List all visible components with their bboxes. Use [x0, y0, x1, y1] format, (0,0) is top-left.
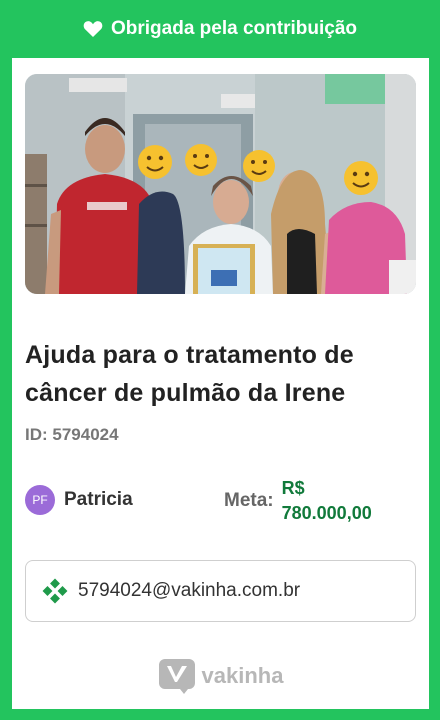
brand-name: vakinha [201, 663, 284, 688]
clover-icon [42, 578, 68, 604]
contact-email-box[interactable]: 5794024@vakinha.com.br [25, 560, 416, 622]
goal-amount: 780.000,00 [281, 503, 372, 523]
campaign-id: ID: 5794024 [25, 425, 119, 444]
campaign-card: Ajuda para o tratamento de câncer de pul… [12, 58, 429, 709]
goal-info: Meta: R$ 780.000,00 [224, 476, 372, 526]
thank-you-banner: Obrigada pela contribuição [0, 0, 440, 58]
contact-email[interactable]: 5794024@vakinha.com.br [78, 580, 300, 602]
goal-currency: R$ [281, 478, 305, 498]
creator-info: PF Patricia [25, 485, 133, 515]
brand-footer: vakinha [12, 658, 429, 694]
creator-name: Patricia [64, 489, 133, 510]
vakinha-logo-icon [158, 658, 196, 694]
campaign-photo [25, 74, 416, 294]
goal-value: R$ 780.000,00 [282, 476, 372, 526]
goal-label: Meta: [224, 490, 274, 511]
campaign-title: Ajuda para o tratamento de câncer de pul… [25, 341, 354, 407]
banner-text: Obrigada pela contribuição [111, 18, 357, 39]
avatar: PF [25, 485, 55, 515]
heart-icon [83, 20, 103, 38]
